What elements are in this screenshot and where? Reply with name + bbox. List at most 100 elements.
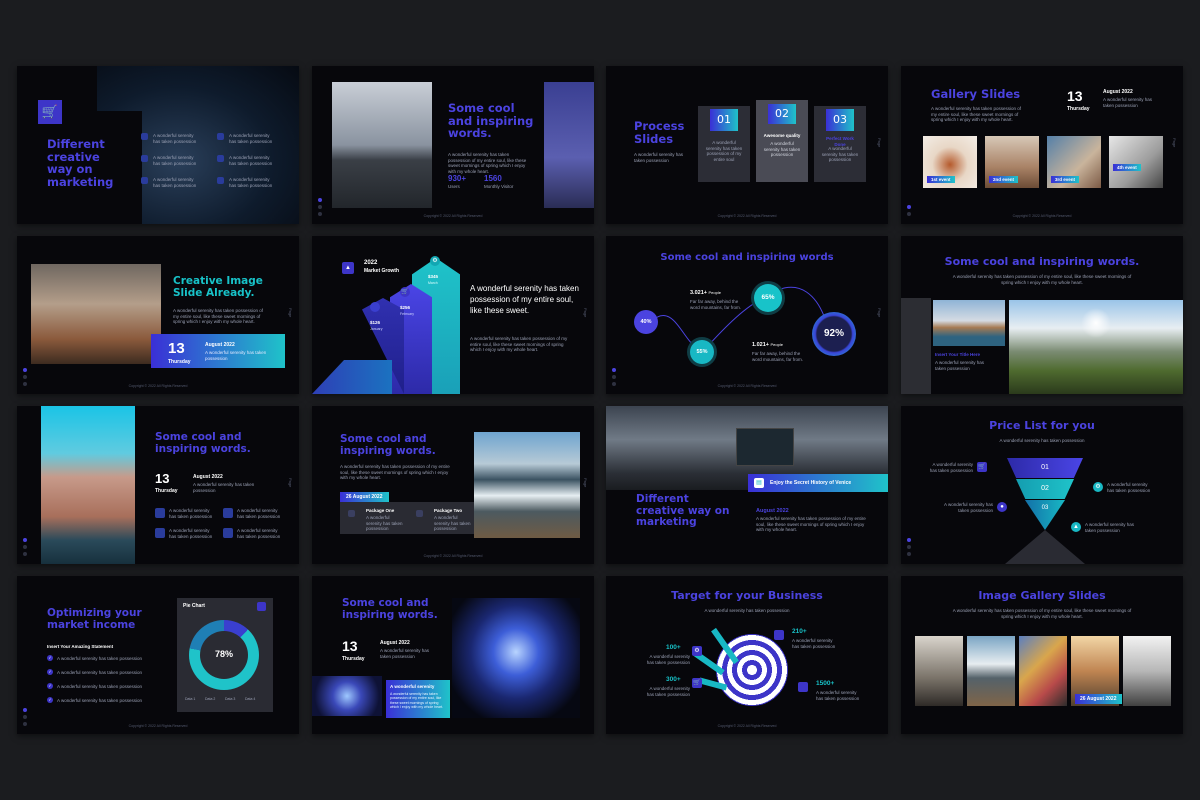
insert-title[interactable]: Insert Your Title Here [935,352,980,357]
funnel-level-1: 01 [1007,458,1083,478]
slide-body: A wonderful serenity has taken possessio… [470,336,568,353]
target-value-2: 300+ [666,676,681,683]
slide-15[interactable]: Target for your Business A wonderful ser… [606,576,888,734]
date-month: August 2022 [205,342,235,348]
slide-title: Some cool and inspiring words. [155,431,251,455]
slide-8[interactable]: Some cool and inspiring words. A wonderf… [901,236,1183,394]
slide-dots [318,195,322,216]
date-month: August 2022 [193,474,223,480]
slide-5[interactable]: Creative Image Slide Already. A wonderfu… [17,236,299,394]
slide-12[interactable]: Price List for you A wonderful serenity … [901,406,1183,564]
gear-icon: ⚙ [692,646,702,656]
legend-item: Data 4 [245,697,256,701]
copyright: Copyright © 2022 All Rights Reserved [717,724,777,728]
stat-1-value: 3.021+ People [690,290,721,296]
bar-label-2: February [400,312,415,316]
target-text-4: A wonderful serenity has taken possessio… [816,690,860,701]
legend-item: Data 1 [185,697,196,701]
slide-11[interactable]: ▤ Enjoy the Secret History of Venice Dif… [606,406,888,564]
sun-glow [1081,308,1111,338]
page-label: Page [877,308,882,318]
chart-icon [774,630,784,640]
slide-body: A wonderful serenity has taken possessio… [931,106,1022,123]
bar-value-3: $345 [428,274,439,279]
feature-text: A wonderful serenity has taken possessio… [169,508,213,519]
box-icon [370,302,380,312]
slide-10[interactable]: Some cool and inspiring words. A wonderf… [312,406,594,564]
slide-14[interactable]: Some cool and inspiring words. 13 Thursd… [312,576,594,734]
growth-sub: Market Growth [364,268,400,274]
feature-icon [223,528,233,538]
funnel-level-3: 03 [1025,500,1065,530]
slide-body: A wonderful serenity has taken possessio… [999,438,1085,443]
feature-text: A wonderful serenity has taken possessio… [229,155,273,166]
chart-icon: ▲ [342,262,354,274]
target-text-3: A wonderful serenity has taken possessio… [792,638,836,649]
sky-photo [544,82,594,208]
feature-text: A wonderful serenity has taken possessio… [169,528,213,539]
date-day: 13 [1067,88,1083,104]
glass-cube-photo [452,598,580,718]
banner-text: Enjoy the Secret History of Venice [770,480,852,486]
package-two-title: Package Two [434,508,463,513]
slide-4[interactable]: Gallery Slides A wonderful serenity has … [901,66,1183,224]
slide-6[interactable]: ▲ 2022 Market Growth $126 January 🛒 $256… [312,236,594,394]
stat-1-text: Far far away, behind the word mountains,… [690,299,742,310]
slide-title: Some cool and inspiring words. [448,101,534,141]
cart-badge[interactable]: 🛒 [38,100,62,124]
legend-item: Data 2 [205,697,216,701]
check-text: A wonderful serenity has taken possessio… [57,670,143,675]
date-day: 13 [342,638,358,654]
gallery-tag: 1st event [927,176,955,183]
stat-2-value: 1.021+ People [752,342,783,348]
slide-1[interactable]: 🛒 Different creative way on marketing A … [17,66,299,224]
check-icon: ✓ [47,655,53,661]
date-tag: 26 August 2022 [1075,694,1122,704]
gear-icon: ⚙ [430,256,440,266]
feature-text: A wonderful serenity has taken possessio… [153,155,197,166]
donut-percent: 78% [214,649,233,659]
progress-circle-2: 55% [690,340,714,364]
chart-icon [257,602,266,611]
user-icon: ● [997,502,1007,512]
funnel-text: A wonderful serenity has taken possessio… [1085,522,1135,533]
bar-label-1: January [370,327,383,331]
package-one-text: A wonderful serenity has taken possessio… [366,515,403,532]
process-step-1: 01 A wonderful serenity has taken posses… [698,106,750,182]
slide-3[interactable]: Process Slides A wonderful serenity has … [606,66,888,224]
slide-2[interactable]: Some cool and inspiring words. A wonderf… [312,66,594,224]
document-icon: ▤ [754,478,764,488]
slide-9[interactable]: Some cool and inspiring words. 13 Thursd… [17,406,299,564]
gear-icon: ⚙ [1093,482,1103,492]
date-text: A wonderful serenity has taken possessio… [380,648,430,659]
feature-icon [141,133,148,140]
stat-2-label: Monthly Visitor [484,184,514,189]
page-label: Page [288,308,293,318]
package-one-title: Package One [366,508,395,513]
feature-icon [217,133,224,140]
date-weekday: Thursday [168,359,191,365]
cart-icon: 🛒 [692,678,702,688]
feature-text: A wonderful serenity has taken possessio… [229,177,273,188]
package-two-icon [416,510,423,517]
feature-icon [155,508,165,518]
slide-7[interactable]: Some cool and inspiring words 40% 55% 65… [606,236,888,394]
target-text-1: A wonderful serenity has taken possessio… [646,654,690,665]
slide-title: Target for your Business [671,589,823,602]
cart-icon: 🛒 [400,287,410,297]
slide-title: Price List for you [989,419,1095,432]
date-weekday: Thursday [342,656,365,662]
date-tag: 26 August 2022 [340,492,389,502]
copyright: Copyright © 2022 All Rights Reserved [717,384,777,388]
slide-16[interactable]: Image Gallery Slides A wonderful serenit… [901,576,1183,734]
date-month: August 2022 [1103,89,1133,95]
venice-canal-photo [41,406,135,564]
date-text: A wonderful serenity has taken possessio… [1103,97,1153,108]
gallery-photo-hands [1109,136,1163,188]
card-title: Pie Chart [183,603,205,609]
slide-dots [907,535,911,556]
copyright: Copyright © 2022 All Rights Reserved [128,724,188,728]
check-icon: ✓ [47,683,53,689]
stat-1-label: Users [448,184,460,189]
slide-13[interactable]: Optimizing your market income Insert You… [17,576,299,734]
